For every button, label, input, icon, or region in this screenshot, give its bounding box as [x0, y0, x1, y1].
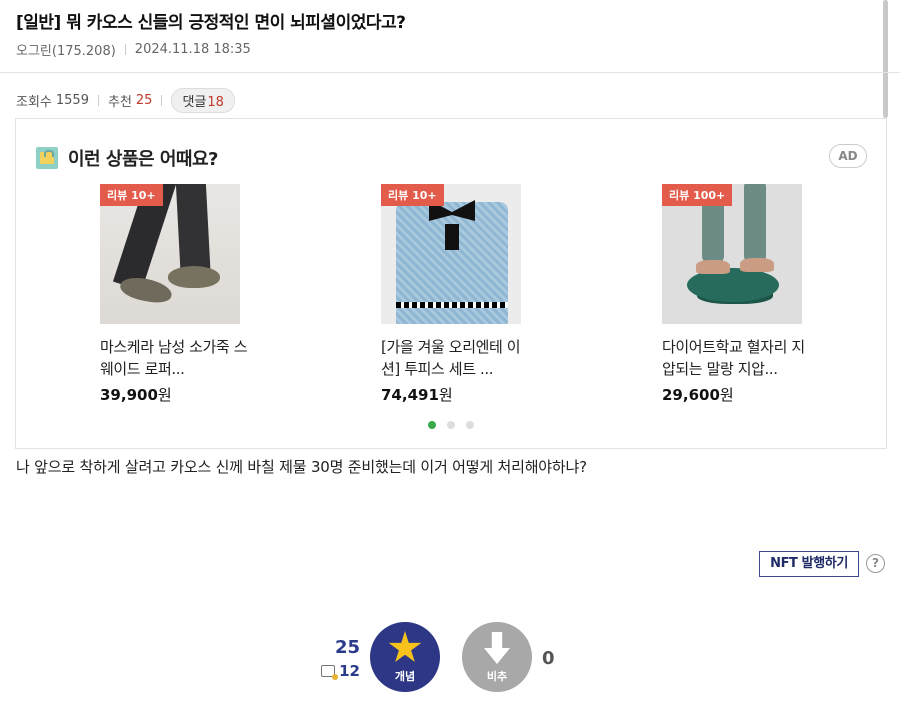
comments-button[interactable]: 댓글18 [171, 88, 235, 113]
review-tag: 리뷰 10+ [381, 184, 444, 206]
product-price: 74,491원 [381, 386, 453, 404]
product-price: 29,600원 [662, 386, 734, 404]
product-name[interactable]: [가을 겨울 오리엔테 이션] 투피스 세트 ... [381, 336, 531, 380]
review-tag: 리뷰 10+ [100, 184, 163, 206]
review-tag: 리뷰 100+ [662, 184, 733, 206]
product-card[interactable]: 리뷰 10+ 마스케라 남성 소가죽 스웨이드 로퍼... 39,900원 [100, 184, 250, 405]
carousel-pagination [16, 421, 886, 429]
ad-title: 이런 상품은 어때요? [68, 149, 218, 170]
product-image-acupressure-stepper[interactable]: 리뷰 100+ [662, 184, 802, 324]
fixed-post-icon [321, 665, 339, 680]
author-name[interactable]: 오그린(175.208) [16, 40, 116, 59]
ad-panel: 이런 상품은 어때요? AD 리뷰 10+ 마스케라 남성 소가죽 스웨이드 로… [15, 118, 887, 449]
post-datetime: 2024.11.18 18:35 [134, 42, 251, 57]
fixed-count-value: 12 [339, 662, 360, 680]
divider [124, 44, 126, 55]
ad-header: 이런 상품은 어때요? [36, 145, 218, 171]
product-image-tweed-set[interactable]: 리뷰 10+ [381, 184, 521, 324]
shopping-bag-icon [36, 147, 58, 169]
carousel-dot[interactable] [466, 421, 474, 429]
post-body: 나 앞으로 착하게 살려고 카오스 신께 바칠 제물 30명 준비했는데 이거 … [16, 458, 587, 476]
upvote-label: 개념 [394, 670, 416, 683]
product-name[interactable]: 다이어트학교 혈자리 지압되는 말랑 지압... [662, 336, 812, 380]
post-title: [일반] 뭐 카오스 신들의 긍정적인 면이 뇌피셜이었다고? [16, 13, 406, 33]
recommend-count: 25 [135, 93, 153, 108]
carousel-dot[interactable] [428, 421, 436, 429]
divider [97, 95, 99, 106]
star-icon [388, 631, 422, 662]
header-divider [0, 72, 900, 73]
down-arrow-icon [484, 632, 510, 664]
scrollbar[interactable] [883, 0, 888, 118]
comments-label: 댓글 [182, 95, 207, 110]
product-name[interactable]: 마스케라 남성 소가죽 스웨이드 로퍼... [100, 336, 250, 380]
downvote-count: 0 [542, 648, 555, 669]
post-meta: 오그린(175.208) 2024.11.18 18:35 [16, 40, 251, 59]
views-count: 1559 [55, 93, 89, 108]
upvote-count: 25 [334, 637, 360, 658]
divider [161, 95, 163, 106]
upvote-button[interactable]: 개념 [370, 622, 440, 692]
product-card[interactable]: 리뷰 100+ 다이어트학교 혈자리 지압되는 말랑 지압... 29,600원 [662, 184, 812, 405]
post-stats: 조회수 1559 추천 25 댓글18 [16, 88, 235, 113]
recommend-label: 추천 [107, 95, 132, 110]
downvote-label: 비추 [486, 670, 508, 683]
product-card[interactable]: 리뷰 10+ [가을 겨울 오리엔테 이션] 투피스 세트 ... 74,491… [381, 184, 531, 405]
product-price: 39,900원 [100, 386, 172, 404]
question-circle-icon[interactable]: ? [866, 554, 885, 573]
product-image-loafers[interactable]: 리뷰 10+ [100, 184, 240, 324]
carousel-dot[interactable] [447, 421, 455, 429]
views-label: 조회수 [16, 95, 52, 110]
comments-count: 18 [207, 95, 224, 110]
fixed-count: 12 [320, 662, 360, 680]
ad-badge[interactable]: AD [829, 144, 867, 168]
nft-issue-button[interactable]: NFT 발행하기 [759, 551, 859, 577]
downvote-button[interactable]: 비추 [462, 622, 532, 692]
